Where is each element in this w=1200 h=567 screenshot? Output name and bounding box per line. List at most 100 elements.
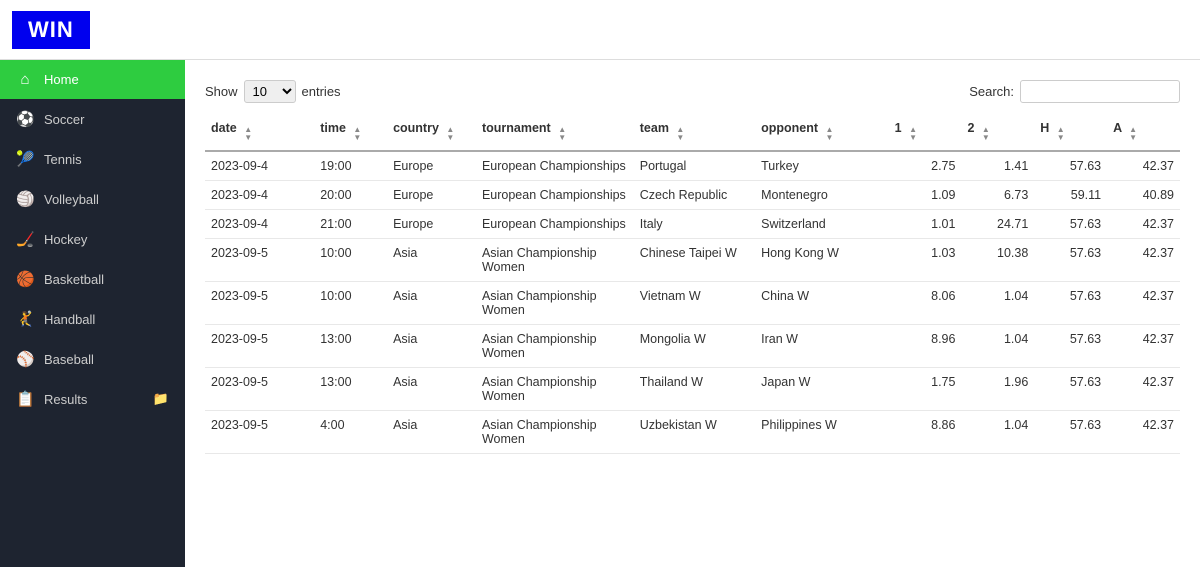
cell-date: 2023-09-4: [205, 210, 314, 239]
col-header-2[interactable]: 2 ▲▼: [961, 113, 1034, 151]
folder-icon: 📁: [153, 391, 169, 407]
col-header-country[interactable]: country ▲▼: [387, 113, 476, 151]
sidebar-label-baseball: Baseball: [44, 352, 169, 367]
sidebar-label-basketball: Basketball: [44, 272, 169, 287]
cell-2: 1.04: [961, 282, 1034, 325]
sidebar-label-results: Results: [44, 392, 143, 407]
home-icon: ⌂: [16, 71, 34, 88]
cell-H: 57.63: [1034, 325, 1107, 368]
col-header-A[interactable]: A ▲▼: [1107, 113, 1180, 151]
table-row: 2023-09-419:00EuropeEuropean Championshi…: [205, 151, 1180, 181]
table-row: 2023-09-421:00EuropeEuropean Championshi…: [205, 210, 1180, 239]
cell-1: 8.86: [889, 411, 962, 454]
cell-1: 1.75: [889, 368, 962, 411]
cell-tournament: Asian Championship Women: [476, 282, 634, 325]
cell-date: 2023-09-5: [205, 239, 314, 282]
col-header-tournament[interactable]: tournament ▲▼: [476, 113, 634, 151]
cell-1: 1.09: [889, 181, 962, 210]
cell-H: 57.63: [1034, 411, 1107, 454]
cell-date: 2023-09-5: [205, 368, 314, 411]
cell-A: 42.37: [1107, 210, 1180, 239]
col-header-date[interactable]: date ▲▼: [205, 113, 314, 151]
cell-opponent: Montenegro: [755, 181, 889, 210]
table-row: 2023-09-420:00EuropeEuropean Championshi…: [205, 181, 1180, 210]
sidebar-item-baseball[interactable]: ⚾ Baseball: [0, 339, 185, 379]
cell-date: 2023-09-5: [205, 325, 314, 368]
cell-A: 42.37: [1107, 368, 1180, 411]
cell-country: Asia: [387, 411, 476, 454]
cell-opponent: Philippines W: [755, 411, 889, 454]
search-label: Search:: [969, 84, 1014, 99]
sidebar-item-soccer[interactable]: ⚽Soccer: [0, 99, 185, 139]
sidebar-item-tennis[interactable]: 🎾Tennis: [0, 139, 185, 179]
cell-opponent: Hong Kong W: [755, 239, 889, 282]
cell-2: 1.04: [961, 325, 1034, 368]
sidebar-label-handball: Handball: [44, 312, 169, 327]
volleyball-icon: 🏐: [16, 190, 34, 208]
show-label: Show: [205, 84, 238, 99]
cell-2: 6.73: [961, 181, 1034, 210]
col-header-time[interactable]: time ▲▼: [314, 113, 387, 151]
table-header: date ▲▼ time ▲▼ country ▲▼ tournament ▲▼…: [205, 113, 1180, 151]
cell-date: 2023-09-5: [205, 282, 314, 325]
table-row: 2023-09-510:00AsiaAsian Championship Wom…: [205, 282, 1180, 325]
cell-time: 21:00: [314, 210, 387, 239]
cell-tournament: Asian Championship Women: [476, 239, 634, 282]
cell-tournament: European Championships: [476, 210, 634, 239]
sidebar-label-hockey: Hockey: [44, 232, 169, 247]
cell-H: 57.63: [1034, 210, 1107, 239]
results-icon: 📋: [16, 390, 34, 408]
col-header-opponent[interactable]: opponent ▲▼: [755, 113, 889, 151]
sidebar-item-basketball[interactable]: 🏀 Basketball: [0, 259, 185, 299]
col-header-1[interactable]: 1 ▲▼: [889, 113, 962, 151]
cell-H: 57.63: [1034, 151, 1107, 181]
cell-opponent: Turkey: [755, 151, 889, 181]
cell-A: 42.37: [1107, 325, 1180, 368]
cell-A: 42.37: [1107, 151, 1180, 181]
sidebar-item-handball[interactable]: 🤾Handball: [0, 299, 185, 339]
entries-select[interactable]: 10 25 50 100: [244, 80, 296, 103]
cell-tournament: European Championships: [476, 151, 634, 181]
cell-time: 13:00: [314, 368, 387, 411]
table-controls: Show 10 25 50 100 entries Search:: [205, 80, 1180, 103]
cell-A: 42.37: [1107, 282, 1180, 325]
sidebar-item-hockey[interactable]: 🏒Hockey: [0, 219, 185, 259]
entries-label: entries: [302, 84, 341, 99]
cell-team: Chinese Taipei W: [634, 239, 755, 282]
cell-country: Asia: [387, 325, 476, 368]
cell-country: Asia: [387, 239, 476, 282]
cell-2: 1.41: [961, 151, 1034, 181]
baseball-icon: ⚾: [16, 350, 34, 368]
cell-country: Asia: [387, 368, 476, 411]
cell-time: 19:00: [314, 151, 387, 181]
cell-2: 10.38: [961, 239, 1034, 282]
sidebar-item-volleyball[interactable]: 🏐Volleyball: [0, 179, 185, 219]
data-table: date ▲▼ time ▲▼ country ▲▼ tournament ▲▼…: [205, 113, 1180, 454]
cell-team: Uzbekistan W: [634, 411, 755, 454]
table-row: 2023-09-513:00AsiaAsian Championship Wom…: [205, 368, 1180, 411]
cell-tournament: Asian Championship Women: [476, 411, 634, 454]
cell-date: 2023-09-5: [205, 411, 314, 454]
table-row: 2023-09-513:00AsiaAsian Championship Wom…: [205, 325, 1180, 368]
cell-country: Asia: [387, 282, 476, 325]
sidebar-item-results[interactable]: 📋 Results 📁: [0, 379, 185, 419]
soccer-icon: ⚽: [16, 110, 34, 128]
cell-opponent: Switzerland: [755, 210, 889, 239]
cell-opponent: Japan W: [755, 368, 889, 411]
basketball-icon: 🏀: [16, 270, 34, 288]
cell-team: Mongolia W: [634, 325, 755, 368]
header-row: date ▲▼ time ▲▼ country ▲▼ tournament ▲▼…: [205, 113, 1180, 151]
sidebar-item-home[interactable]: ⌂Home: [0, 60, 185, 99]
col-header-H[interactable]: H ▲▼: [1034, 113, 1107, 151]
cell-A: 40.89: [1107, 181, 1180, 210]
search-input[interactable]: [1020, 80, 1180, 103]
table-body: 2023-09-419:00EuropeEuropean Championshi…: [205, 151, 1180, 454]
col-header-team[interactable]: team ▲▼: [634, 113, 755, 151]
cell-2: 1.96: [961, 368, 1034, 411]
table-row: 2023-09-510:00AsiaAsian Championship Wom…: [205, 239, 1180, 282]
cell-date: 2023-09-4: [205, 181, 314, 210]
cell-1: 2.75: [889, 151, 962, 181]
cell-opponent: China W: [755, 282, 889, 325]
cell-team: Czech Republic: [634, 181, 755, 210]
cell-1: 1.01: [889, 210, 962, 239]
